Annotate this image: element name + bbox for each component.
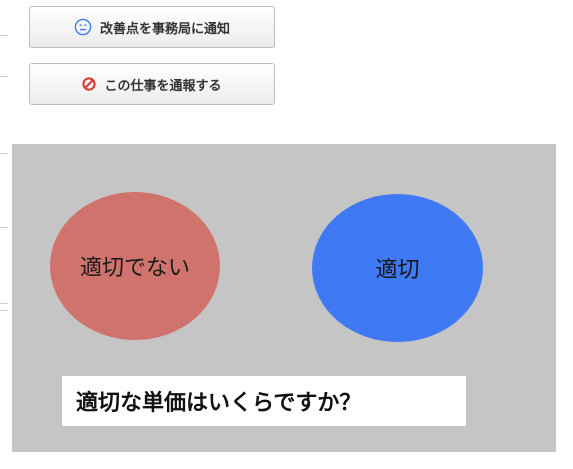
prohibited-icon <box>82 77 97 91</box>
appropriate-choice-button[interactable]: 適切 <box>312 194 483 342</box>
edge-tick <box>0 153 8 154</box>
question-box: 適切な単価はいくらですか？ <box>62 376 466 426</box>
rating-panel: 適切でない 適切 適切な単価はいくらですか？ <box>12 144 556 452</box>
report-job-label: この仕事を通報する <box>104 78 222 94</box>
notify-secretariat-label: 改善点を事務局に通知 <box>99 21 230 37</box>
appropriate-choice-label: 適切 <box>375 258 420 283</box>
report-job-button[interactable]: この仕事を通報する <box>29 63 275 105</box>
edge-tick <box>0 303 8 304</box>
edge-tick <box>0 76 8 77</box>
notify-secretariat-button[interactable]: 改善点を事務局に通知 <box>29 6 275 48</box>
inappropriate-choice-label: 適切でない <box>79 256 190 281</box>
edge-tick <box>0 227 8 228</box>
edge-tick <box>0 35 8 36</box>
inappropriate-choice-button[interactable]: 適切でない <box>50 192 220 340</box>
question-text: 適切な単価はいくらですか？ <box>76 391 362 416</box>
edge-tick <box>0 310 8 311</box>
neutral-face-icon <box>74 18 92 36</box>
page: 改善点を事務局に通知 この仕事を通報する 適切でない 適切 適切な単価はいくらで… <box>0 0 573 469</box>
